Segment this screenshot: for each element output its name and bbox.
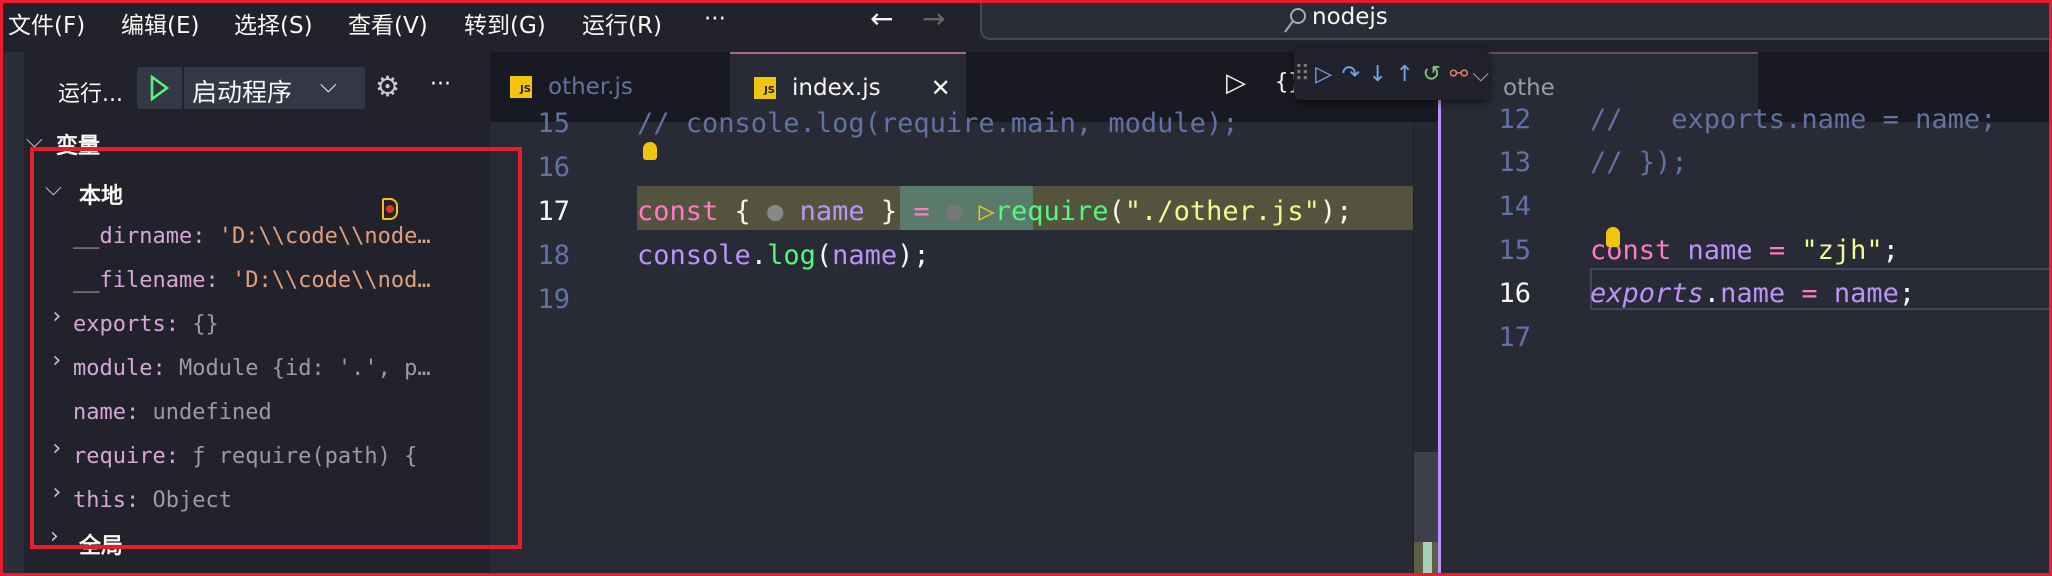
js-file-icon: JS (510, 76, 532, 98)
sidebar-title: 运行... (58, 82, 123, 107)
editor-index-js[interactable]: 15 // console.log(require.main, module);… (382, 108, 1442, 576)
tab-label: othe (1503, 75, 1555, 101)
variable-value: {} (192, 312, 219, 337)
line-number: 18 (537, 240, 570, 271)
line-number: 19 (537, 284, 570, 315)
editor-other-js[interactable]: 12 // exports.name = name; 13 // }); 14 … (1441, 104, 2052, 576)
variable-value: ƒ require(path) { (192, 444, 418, 469)
variable-row[interactable]: › this: Object (30, 484, 490, 524)
step-out-icon[interactable]: ↑ (1391, 62, 1418, 87)
variable-name: name (73, 400, 126, 425)
debug-toolbar: ⠿ ▷ ↷ ↓ ↑ ↺ ⚯ ⌵ (1294, 48, 1489, 100)
variable-name: this (73, 488, 126, 513)
forward-arrow-icon[interactable]: → (922, 2, 945, 35)
variable-row[interactable]: › exports: {} (30, 308, 490, 348)
variables-tree: ⌵ 本地 __dirname: 'D:\\code\\node… __filena… (30, 166, 490, 566)
line-number: 12 (1498, 104, 1531, 135)
variable-name: exports (73, 312, 166, 337)
lightbulb-icon[interactable] (1606, 227, 1620, 247)
line-number: 16 (1498, 278, 1531, 309)
code-line-15: // console.log(require.main, module); (637, 108, 1239, 139)
menu-run[interactable]: 运行(R) (582, 6, 662, 40)
drag-handle-icon[interactable]: ⠿ (1294, 62, 1310, 87)
variable-row[interactable]: › module: Module {id: '.', p… (30, 352, 490, 392)
tab-label: index.js (792, 75, 881, 101)
variable-value: 'D:\\code\\node… (218, 224, 431, 249)
scope-label: 全局 (79, 534, 124, 559)
menu-edit[interactable]: 编辑(E) (121, 6, 199, 40)
variable-name: module (73, 356, 153, 381)
variables-title: 变量 (56, 134, 101, 159)
line-number: 16 (537, 152, 570, 183)
line-number: 13 (1498, 147, 1531, 178)
variable-name: __filename (73, 268, 206, 293)
chevron-right-icon: › (50, 484, 64, 505)
variable-row[interactable]: name: undefined (30, 396, 490, 436)
chevron-down-icon: ⌵ (26, 128, 43, 153)
chevron-down-icon: ⌵ (45, 176, 62, 201)
line-number: 14 (1498, 191, 1531, 222)
line-number: 17 (1498, 322, 1531, 353)
launch-config-label: 启动程序 (192, 78, 293, 107)
line-number: 15 (537, 108, 570, 139)
code-line-13: // }); (1590, 147, 1688, 178)
variable-name: __dirname (73, 224, 193, 249)
search-icon (1284, 8, 1306, 33)
chevron-down-icon: ⌵ (320, 73, 337, 98)
scope-local[interactable]: ⌵ 本地 (30, 176, 490, 216)
disconnect-icon[interactable]: ⚯ (1445, 62, 1472, 87)
variable-value: Object (152, 488, 232, 513)
back-arrow-icon[interactable]: ← (870, 2, 893, 35)
menu-more[interactable]: ··· (704, 6, 726, 32)
play-icon (150, 74, 170, 102)
activity-bar (0, 52, 24, 576)
variable-row[interactable]: › require: ƒ require(path) { (30, 440, 490, 480)
lightbulb-icon[interactable] (643, 142, 657, 160)
breakpoint-stack-frame-icon[interactable] (382, 198, 398, 220)
menu-file[interactable]: 文件(F) (8, 6, 85, 40)
chevron-right-icon: › (50, 524, 59, 549)
menu-go[interactable]: 转到(G) (464, 6, 546, 40)
chevron-right-icon: › (50, 352, 64, 373)
variable-value: Module {id: '.', p… (178, 356, 431, 381)
step-into-icon[interactable]: ↓ (1364, 62, 1391, 87)
variables-section-header[interactable]: ⌵ 变量 (26, 126, 490, 164)
close-icon[interactable]: ✕ (931, 74, 951, 102)
scope-global[interactable]: › 全局 (30, 524, 490, 568)
js-file-icon: JS (754, 77, 776, 99)
variable-value: 'D:\\code\\nod… (231, 268, 431, 293)
scrollbar[interactable] (1413, 122, 1442, 576)
launch-config-dropdown[interactable]: 启动程序 ⌵ (182, 67, 365, 109)
variable-row[interactable]: __filename: 'D:\\code\\nod… (30, 264, 490, 304)
gear-icon[interactable]: ⚙ (375, 70, 400, 103)
chevron-down-icon[interactable]: ⌵ (1472, 62, 1489, 87)
chevron-right-icon: › (50, 308, 64, 329)
variable-row[interactable]: __dirname: 'D:\\code\\node… (30, 220, 490, 260)
more-actions-icon[interactable]: ··· (430, 72, 451, 97)
variable-name: require (73, 444, 166, 469)
tab-label: other.js (548, 74, 633, 100)
line-number: 15 (1498, 235, 1531, 266)
continue-icon[interactable]: ▷ (1310, 62, 1337, 87)
search-text: nodejs (1312, 4, 1388, 30)
scope-label: 本地 (79, 184, 124, 209)
run-file-icon[interactable]: ▷ (1226, 68, 1246, 98)
line-number: 17 (537, 196, 570, 227)
restart-icon[interactable]: ↺ (1418, 62, 1445, 87)
start-debugging-button[interactable] (137, 67, 182, 109)
command-center-search[interactable]: nodejs (980, 0, 2052, 40)
chevron-right-icon: › (50, 440, 64, 461)
variable-value: undefined (152, 400, 272, 425)
menu-view[interactable]: 查看(V) (348, 6, 428, 40)
step-over-icon[interactable]: ↷ (1337, 62, 1364, 87)
menu-selection[interactable]: 选择(S) (234, 6, 313, 40)
code-line-12: // exports.name = name; (1590, 104, 1997, 135)
